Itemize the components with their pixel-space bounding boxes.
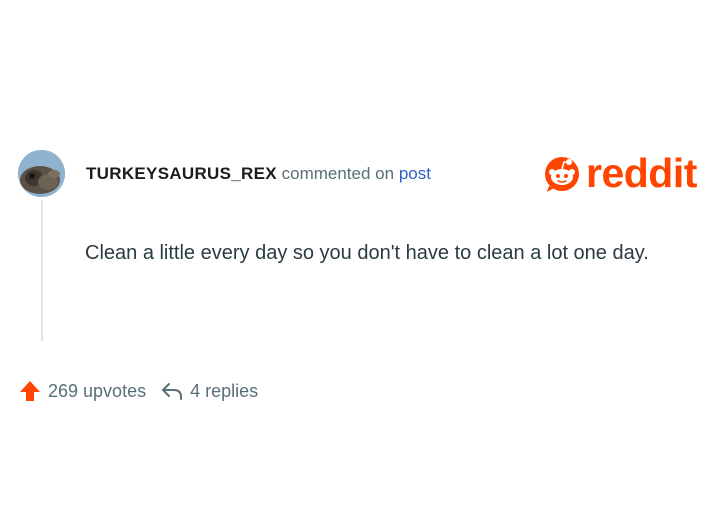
reddit-wordmark: reddit	[586, 150, 697, 196]
post-link[interactable]: post	[399, 164, 431, 183]
upvote-count: 269 upvotes	[48, 380, 147, 401]
action-text: commented on	[281, 164, 395, 183]
reddit-logo[interactable]: reddit	[542, 150, 697, 196]
avatar-image-icon	[18, 150, 65, 197]
user-avatar[interactable]	[18, 150, 65, 197]
comment-actions: 269 upvotes 4 replies	[18, 377, 258, 405]
upvote-button[interactable]: 269 upvotes	[18, 379, 146, 403]
replies-button[interactable]: 4 replies	[160, 379, 258, 403]
thread-line	[41, 200, 43, 341]
upvote-arrow-icon	[18, 379, 42, 403]
reply-arrow-icon	[160, 379, 184, 403]
username-link[interactable]: TURKEYSAURUS_REX	[86, 164, 277, 183]
reply-count: 4 replies	[190, 380, 259, 401]
comment-body: Clean a little every day so you don't ha…	[85, 242, 649, 264]
reddit-snoo-icon	[545, 157, 579, 192]
comment-header: TURKEYSAURUS_REX commented on post	[86, 163, 431, 185]
